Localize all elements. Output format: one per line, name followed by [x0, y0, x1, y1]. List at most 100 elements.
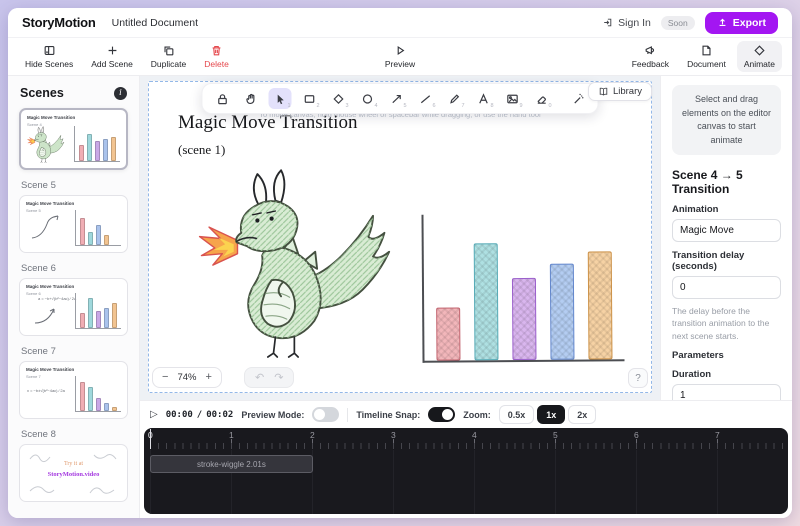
timeline-snap-label: Timeline Snap:	[356, 410, 420, 420]
duplicate-icon	[162, 44, 175, 57]
app-logo: StoryMotion	[22, 15, 96, 30]
export-icon	[717, 17, 728, 28]
mini-bar-chart	[75, 293, 121, 329]
timeline-zoom-segmented: 0.5x 1x 2x	[499, 405, 597, 424]
draw-tool[interactable]: 7	[443, 88, 466, 109]
eraser-tool[interactable]: 0	[530, 88, 553, 109]
animation-select[interactable]	[672, 219, 781, 242]
add-scene-button[interactable]: Add Scene	[84, 41, 140, 72]
scenes-header: Scenes i	[20, 86, 127, 100]
line-icon	[418, 92, 432, 106]
duration-input[interactable]	[672, 384, 781, 400]
scene-thumbnail-6[interactable]: Magic Move Transition Scene 6 a = −b+√(b…	[19, 278, 128, 336]
text-tool[interactable]: 8	[472, 88, 495, 109]
library-label: Library	[613, 86, 642, 97]
document-title[interactable]: Untitled Document	[112, 17, 198, 29]
animate-label: Animate	[744, 59, 775, 69]
timeline-zoom-label: Zoom:	[463, 410, 491, 420]
scenes-title: Scenes	[20, 86, 64, 100]
select-tool[interactable]: 1	[269, 88, 292, 109]
arrow-sketch	[32, 301, 66, 327]
duplicate-button[interactable]: Duplicate	[144, 41, 193, 72]
transition-settings-panel: Select and drag elements on the editor c…	[660, 76, 792, 400]
timeline-time-display: 00:00 / 00:02	[166, 410, 234, 420]
thumb-subcaption: Scene 7	[26, 374, 41, 379]
scene-thumbnail-5[interactable]: Magic Move Transition Scene 5	[19, 195, 128, 253]
time-current: 00:00	[166, 410, 193, 420]
arrow-tool[interactable]: 5	[385, 88, 408, 109]
delay-input[interactable]	[672, 276, 781, 299]
hide-scenes-button[interactable]: Hide Scenes	[18, 41, 80, 72]
duration-label: Duration	[672, 369, 781, 380]
controls-divider	[347, 408, 348, 422]
animation-label: Animation	[672, 204, 781, 215]
sign-in-icon	[602, 17, 613, 28]
content-row: 1 2 3 4 5 6 7 8 9 0 To move canva	[140, 76, 792, 400]
editor-canvas-area[interactable]: 1 2 3 4 5 6 7 8 9 0 To move canva	[140, 76, 660, 400]
preview-mode-label: Preview Mode:	[241, 410, 304, 420]
main-area: Scenes i Magic Move Transition Scene 4 S…	[8, 76, 792, 518]
canvas-tool-toolbar: 1 2 3 4 5 6 7 8 9 0	[202, 83, 599, 114]
zoom-option-1x[interactable]: 1x	[537, 405, 565, 424]
add-icon	[106, 44, 119, 57]
book-icon	[598, 86, 609, 97]
arrow-icon	[389, 92, 403, 106]
scene-thumbnail-8[interactable]: Try it at StoryMotion.video	[19, 444, 128, 502]
hide-scenes-label: Hide Scenes	[25, 59, 73, 69]
sketch-bar-chart[interactable]	[421, 213, 624, 362]
mini-bar-chart	[75, 376, 121, 412]
scene-label-6: Scene 6	[21, 263, 128, 274]
playhead[interactable]	[150, 429, 151, 449]
delay-label: Transition delay (seconds)	[672, 250, 781, 272]
export-button[interactable]: Export	[705, 12, 778, 34]
ellipse-icon	[360, 92, 374, 106]
zoom-level-value: 74%	[177, 372, 196, 383]
image-tool[interactable]: 9	[501, 88, 524, 109]
line-tool[interactable]: 6	[414, 88, 437, 109]
redo-icon[interactable]: ↷	[274, 371, 283, 384]
zoom-option-2x[interactable]: 2x	[568, 405, 596, 424]
time-separator: /	[197, 410, 202, 420]
hand-tool[interactable]	[240, 88, 263, 109]
library-button[interactable]: Library	[588, 82, 652, 101]
undo-icon[interactable]: ↶	[255, 371, 264, 384]
lock-icon	[215, 92, 229, 106]
sign-in-button[interactable]: Sign In	[602, 17, 651, 29]
history-controls: ↶ ↷	[244, 367, 294, 388]
animate-icon	[753, 44, 766, 57]
document-button[interactable]: Document	[680, 41, 733, 72]
dragon-drawing[interactable]	[192, 162, 410, 370]
animate-button[interactable]: Animate	[737, 41, 782, 72]
timeline-ruler[interactable]: 01234567	[144, 428, 788, 450]
lock-tool[interactable]	[211, 88, 234, 109]
text-icon	[476, 92, 490, 106]
scene-thumbnail-4[interactable]: Magic Move Transition Scene 4	[19, 108, 128, 170]
diamond-icon	[331, 92, 345, 106]
ellipse-tool[interactable]: 4	[356, 88, 379, 109]
zoom-out-button[interactable]: −	[162, 373, 168, 382]
preview-mode-toggle[interactable]	[312, 407, 339, 422]
rectangle-tool[interactable]: 2	[298, 88, 321, 109]
rectangle-icon	[302, 92, 316, 106]
diamond-tool[interactable]: 3	[327, 88, 350, 109]
canvas-subtitle-text[interactable]: (scene 1)	[178, 142, 225, 158]
timeline-track-area[interactable]: 01234567 stroke-wiggle 2.01s	[144, 428, 788, 514]
animation-track-clip[interactable]: stroke-wiggle 2.01s	[150, 455, 313, 473]
zoom-in-button[interactable]: +	[205, 373, 211, 382]
scene-thumbnail-7[interactable]: Magic Move Transition Scene 7 x = −b±√(b…	[19, 361, 128, 419]
info-icon[interactable]: i	[114, 87, 127, 100]
delete-button[interactable]: Delete	[197, 41, 236, 72]
timeline-snap-toggle[interactable]	[428, 407, 455, 422]
desktop-background: StoryMotion Untitled Document Sign In So…	[0, 0, 800, 526]
preview-button[interactable]: Preview	[378, 41, 422, 72]
help-button[interactable]: ?	[628, 368, 648, 388]
laser-tool[interactable]	[567, 88, 590, 109]
add-scene-label: Add Scene	[91, 59, 133, 69]
timeline-play-button[interactable]: ▷	[150, 409, 158, 420]
hand-icon	[244, 92, 258, 106]
feedback-button[interactable]: Feedback	[625, 41, 676, 72]
center-column: 1 2 3 4 5 6 7 8 9 0 To move canva	[140, 76, 792, 518]
zoom-option-0.5x[interactable]: 0.5x	[499, 405, 535, 424]
timeline-panel: ▷ 00:00 / 00:02 Preview Mode: Timeline S…	[140, 400, 792, 518]
image-icon	[505, 92, 519, 106]
